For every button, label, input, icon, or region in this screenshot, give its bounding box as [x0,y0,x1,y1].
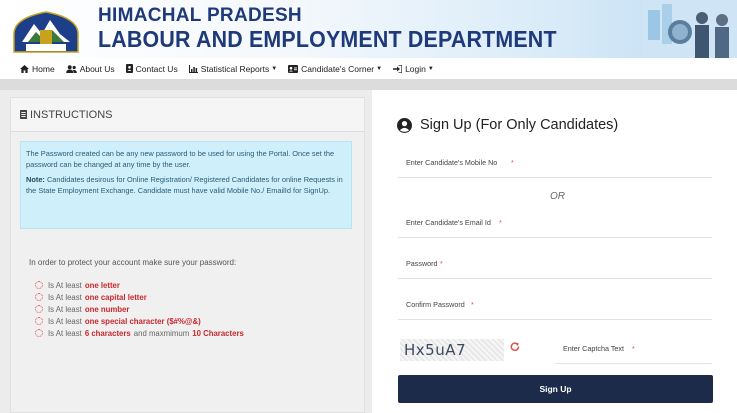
signup-button[interactable]: Sign Up [398,375,713,403]
password-input[interactable] [398,249,712,278]
captcha-image: Hx5uA7 [400,339,504,361]
document-icon [20,110,27,119]
required-mark: * [499,218,502,227]
nav-statistical-reports-label: Statistical Reports [200,63,270,74]
title-line-2: LABOUR AND EMPLOYMENT DEPARTMENT [98,26,557,52]
dotted-circle-icon [35,281,43,289]
mobile-input[interactable] [398,148,712,177]
dotted-circle-icon [35,293,43,301]
email-field: * [398,208,712,238]
title-line-1: HIMACHAL PRADESH [98,5,302,26]
instructions-heading: INSTRUCTIONS [30,108,113,121]
password-intro-text: In order to protect your account make su… [29,258,237,267]
signup-title: Sign Up (For Only Candidates) [397,117,618,133]
sign-in-icon [393,64,403,73]
chevron-down-icon: ▼ [427,65,434,72]
nav-contact-us[interactable]: Contact Us [125,63,178,74]
password-rules-list: Is At least one letter Is At least one cap… [35,279,244,339]
header-decoration-graphic [642,0,737,58]
header-divider-band [0,80,737,90]
chart-icon [188,64,198,73]
confirm-password-input[interactable] [398,290,712,319]
main-nav: Home About Us Contact Us Statistical Rep… [0,58,737,80]
info-paragraph: The Password created can be any new pass… [26,149,335,169]
required-mark: * [471,300,474,309]
dotted-circle-icon [35,329,43,337]
users-icon [65,64,77,73]
required-mark: * [440,259,443,268]
home-icon [20,64,29,73]
state-emblem-icon[interactable] [6,2,86,56]
required-mark: * [632,344,635,353]
note-text: Candidates desirous for Online Registrat… [26,175,343,195]
password-rule: Is At least one capital letter [35,291,244,303]
nav-about-us[interactable]: About Us [65,63,115,74]
mobile-field: * [398,148,712,178]
instructions-header: INSTRUCTIONS [11,98,364,132]
user-circle-icon [397,117,412,133]
signup-title-text: Sign Up (For Only Candidates) [420,117,619,133]
password-rule: Is At least one special character ($#%@&) [35,315,244,327]
nav-home-label: Home [32,63,55,74]
chevron-down-icon: ▼ [376,65,383,72]
nav-login-label: Login [405,63,426,74]
instructions-panel: INSTRUCTIONS The Password created can be… [10,97,365,413]
nav-contact-us-label: Contact Us [135,63,178,74]
confirm-password-field: * [398,290,712,320]
note-paragraph: Note: Candidates desirous for Online Reg… [26,174,346,196]
department-title: HIMACHAL PRADESH LABOUR AND EMPLOYMENT D… [98,6,591,51]
password-rule: Is At least 6 characters and maxmimum 10 Ch… [35,327,244,339]
signup-panel: Sign Up (For Only Candidates) * OR * * *… [372,90,737,413]
nav-about-us-label: About Us [79,63,115,74]
chevron-down-icon: ▼ [271,65,278,72]
id-card-icon [288,64,299,73]
nav-candidates-corner[interactable]: Candidate's Corner ▼ [288,64,382,74]
nav-candidates-corner-label: Candidate's Corner [301,63,375,74]
password-rule: Is At least one number [35,303,244,315]
refresh-icon[interactable] [510,342,520,352]
note-label: Note: [26,175,45,184]
required-mark: * [511,158,514,167]
dotted-circle-icon [35,317,43,325]
site-header: HIMACHAL PRADESH LABOUR AND EMPLOYMENT D… [0,0,737,58]
contact-book-icon [125,64,133,73]
captcha-field: * [555,334,712,364]
nav-home[interactable]: Home [20,64,55,74]
password-rule: Is At least one letter [35,279,244,291]
nav-statistical-reports[interactable]: Statistical Reports ▼ [188,63,278,74]
info-alert-box: The Password created can be any new pass… [20,141,352,229]
email-input[interactable] [398,208,712,237]
nav-login[interactable]: Login ▼ [393,64,434,74]
or-separator: OR [550,191,565,202]
password-field: * [398,249,712,279]
dotted-circle-icon [35,305,43,313]
